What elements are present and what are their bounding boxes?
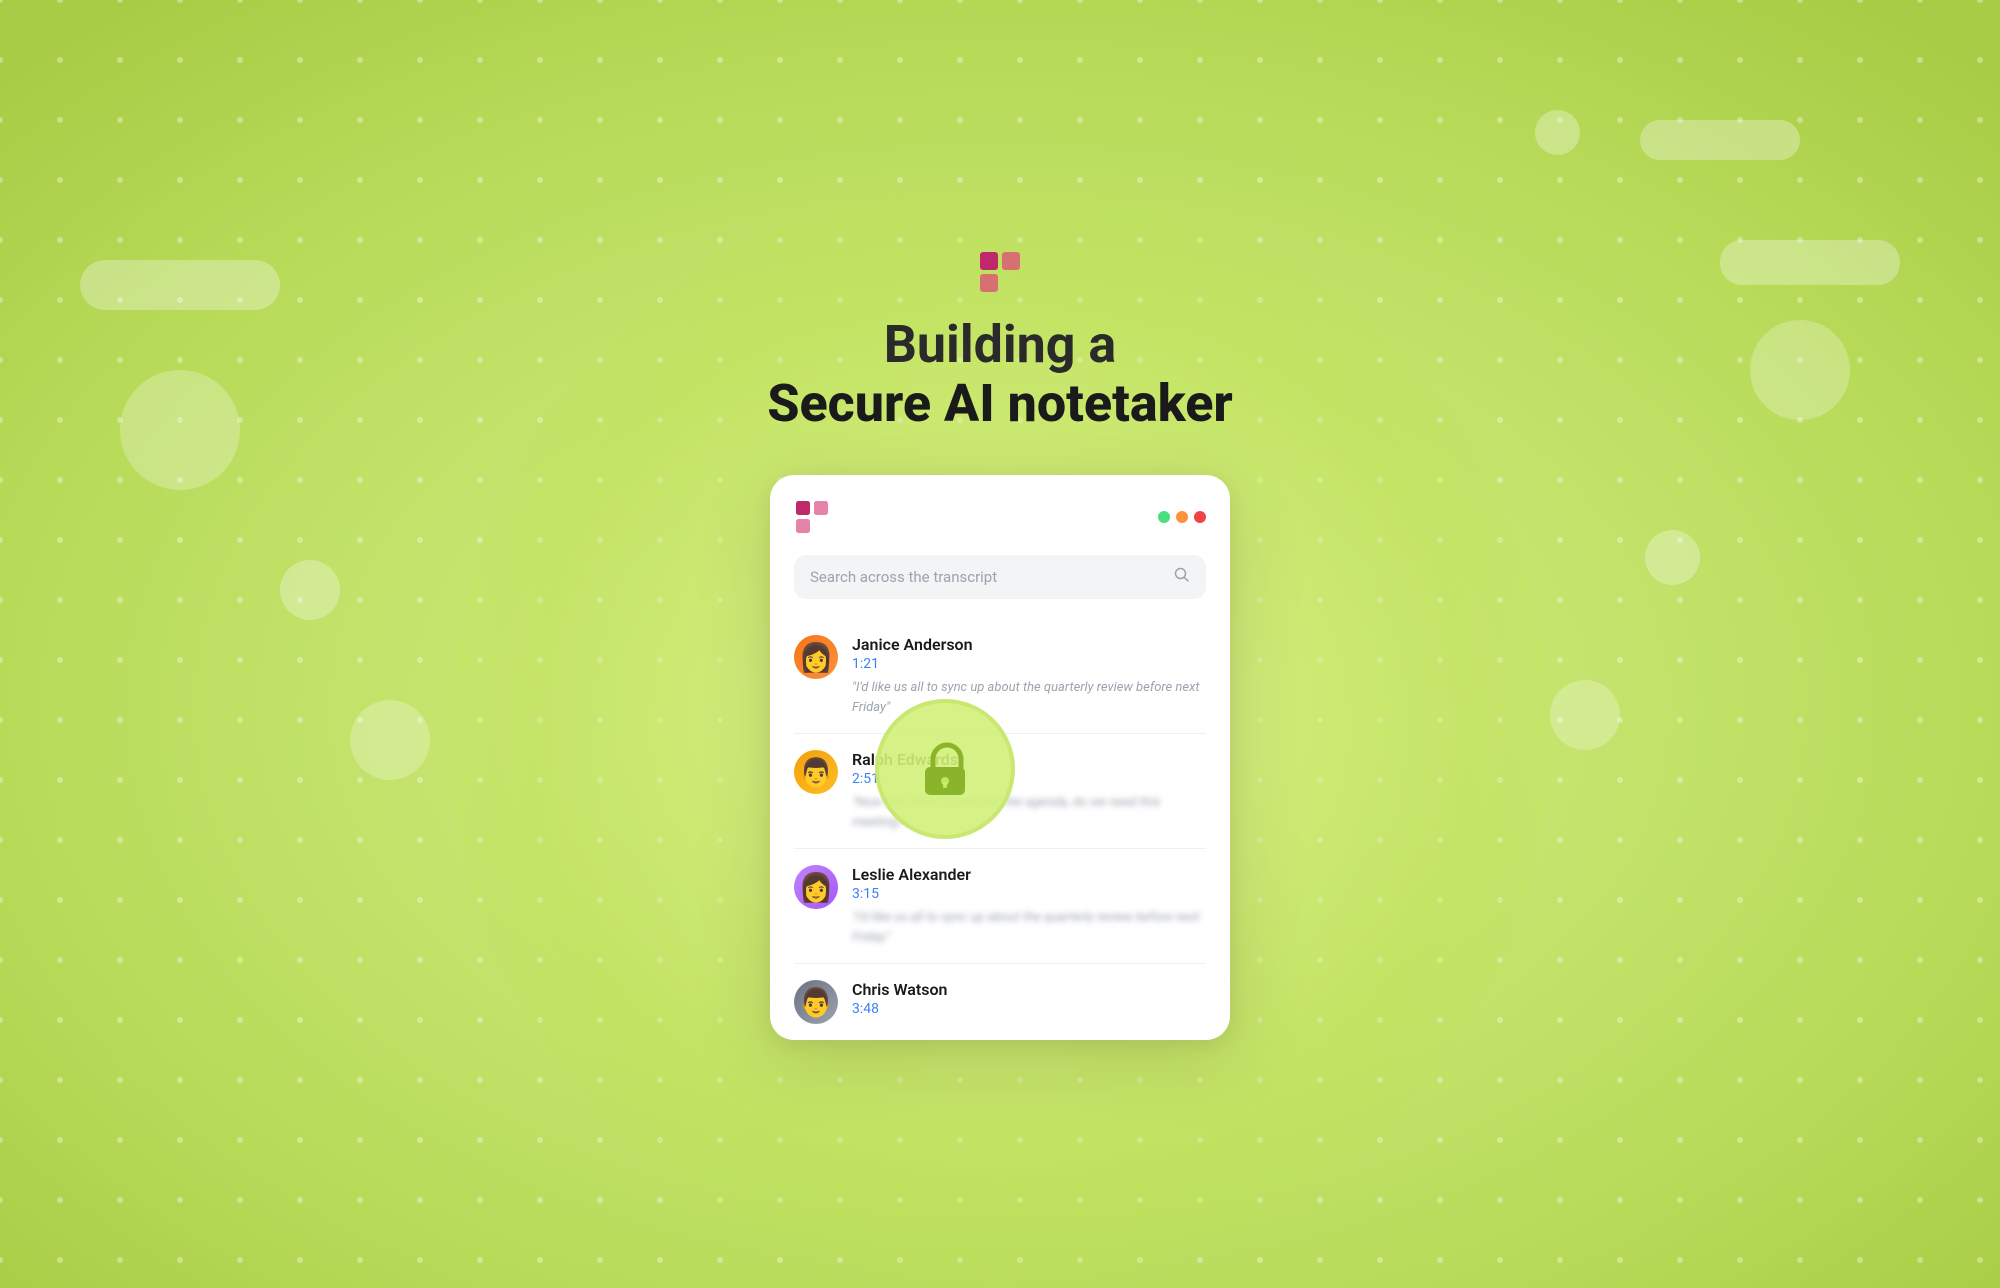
deco-rect-right (1720, 240, 1900, 285)
traffic-light-green (1158, 511, 1170, 523)
conv-time-chris: 3:48 (852, 1001, 1206, 1017)
avatar-janice (794, 635, 838, 679)
search-bar[interactable]: Search across the transcript (794, 555, 1206, 599)
avatar-leslie (794, 865, 838, 909)
page-content: Building a Secure AI notetaker Search ac… (767, 248, 1233, 1041)
card-logo (794, 499, 830, 535)
avatar-ralph (794, 750, 838, 794)
traffic-lights (1158, 511, 1206, 523)
conv-time-janice: 1:21 (852, 656, 1206, 672)
avatar-chris (794, 980, 838, 1024)
conv-text-leslie: "I'd like us all to sync up about the qu… (852, 908, 1206, 947)
conv-entry-chris: Chris Watson 3:48 (794, 963, 1206, 1040)
deco-circle-right-1 (1750, 320, 1850, 420)
deco-circle-right-2 (1645, 530, 1700, 585)
card-header (794, 499, 1206, 535)
conv-info-leslie: Leslie Alexander 3:15 "I'd like us all t… (852, 865, 1206, 947)
heading-line2: Secure AI notetaker (767, 373, 1233, 435)
conv-entry-janice: Janice Anderson 1:21 "I'd like us all to… (794, 619, 1206, 733)
deco-circle-left-2 (280, 560, 340, 620)
deco-top-right-rect (1640, 120, 1800, 160)
conv-info-chris: Chris Watson 3:48 (852, 980, 1206, 1024)
traffic-light-orange (1176, 511, 1188, 523)
conv-name-chris: Chris Watson (852, 980, 1206, 999)
search-placeholder: Search across the transcript (810, 568, 1164, 586)
search-icon (1174, 567, 1190, 587)
traffic-light-red (1194, 511, 1206, 523)
conversation-list: Janice Anderson 1:21 "I'd like us all to… (794, 619, 1206, 1040)
app-card: Search across the transcript Janice Ande… (770, 475, 1230, 1040)
lock-overlay (875, 699, 1015, 839)
tally-logo-icon (976, 248, 1024, 296)
deco-circle-right-3 (1550, 680, 1620, 750)
conv-time-leslie: 3:15 (852, 886, 1206, 902)
deco-top-right-circle (1535, 110, 1580, 155)
heading-line1: Building a (767, 316, 1233, 373)
conv-info-janice: Janice Anderson 1:21 "I'd like us all to… (852, 635, 1206, 717)
deco-rect-left (80, 260, 280, 310)
conv-entry-leslie: Leslie Alexander 3:15 "I'd like us all t… (794, 848, 1206, 963)
deco-circle-left-1 (120, 370, 240, 490)
top-logo (976, 248, 1024, 300)
conv-name-janice: Janice Anderson (852, 635, 1206, 654)
conv-name-leslie: Leslie Alexander (852, 865, 1206, 884)
lock-icon (915, 739, 975, 799)
deco-circle-left-3 (350, 700, 430, 780)
heading-block: Building a Secure AI notetaker (767, 316, 1233, 436)
